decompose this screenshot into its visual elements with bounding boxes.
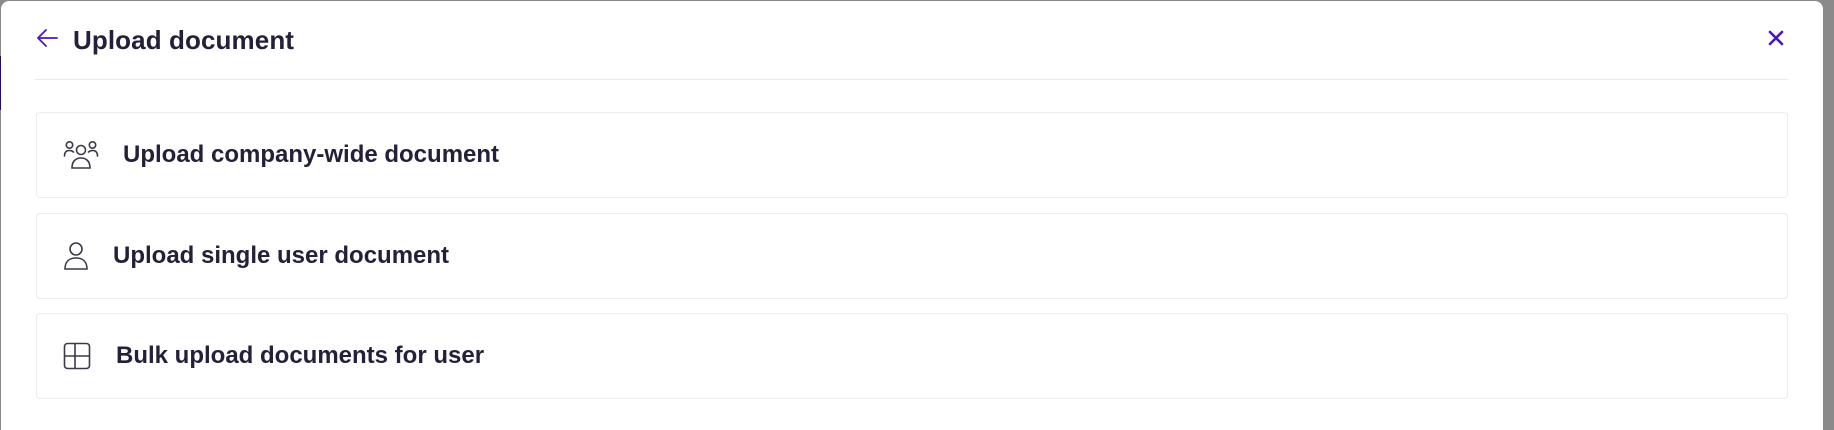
user-icon [63,241,89,271]
close-icon [1768,30,1784,51]
option-single-user-document[interactable]: Upload single user document [36,213,1788,299]
option-label: Upload company-wide document [123,141,500,168]
modal-title: Upload document [73,24,295,55]
close-button[interactable] [1764,28,1788,52]
option-bulk-upload-documents[interactable]: Bulk upload documents for user [36,313,1788,399]
upload-document-modal: Upload document Upload company-wide docu… [1,1,1823,430]
users-group-icon [63,140,99,170]
option-label: Bulk upload documents for user [116,342,485,369]
option-company-wide-document[interactable]: Upload company-wide document [36,112,1788,198]
option-label: Upload single user document [113,242,450,269]
table-grid-icon [63,342,91,370]
modal-header: Upload document [35,1,1788,80]
back-button[interactable] [35,28,59,52]
arrow-left-icon [35,27,59,54]
